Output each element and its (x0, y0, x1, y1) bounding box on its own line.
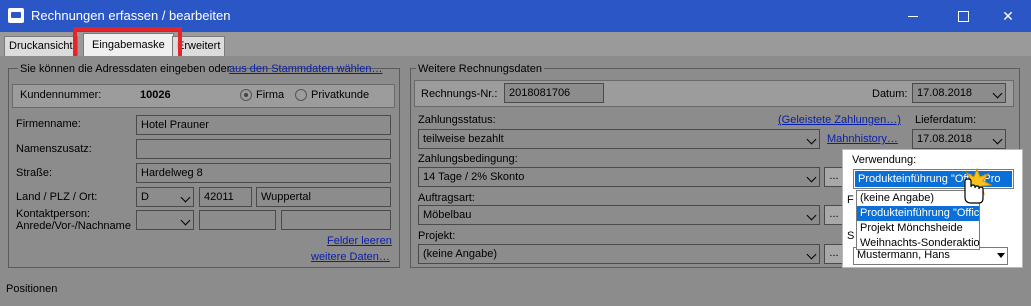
usage-option[interactable]: Produkteinführung "OfficePro (857, 206, 979, 221)
zip-field[interactable]: 42011 (199, 187, 252, 207)
name-suffix-label: Namenszusatz: (16, 143, 92, 155)
dunning-history-link[interactable]: Mahnhistory… (827, 133, 898, 145)
usage-label: Verwendung: (852, 154, 917, 166)
window-titlebar: Rechnungen erfassen / bearbeiten ✕ (0, 0, 1031, 32)
tab-strip: Druckansicht Eingabemaske Erweitert (0, 32, 1031, 57)
more-data-link[interactable]: weitere Daten… (311, 251, 390, 263)
usage-popup: Verwendung: Produkteinführung "OfficePro… (842, 149, 1023, 268)
positions-label: Positionen (6, 283, 58, 295)
chevron-down-icon (180, 215, 191, 226)
chevron-down-icon (180, 192, 191, 203)
clear-fields-link[interactable]: Felder leeren (327, 235, 392, 247)
contact-label-1: Kontaktperson: (16, 208, 90, 220)
company-label: Firmenname: (16, 118, 81, 130)
first-name-field[interactable] (199, 210, 276, 230)
invoice-group-title: Weitere Rechnungsdaten (416, 63, 544, 75)
hidden-label-char-2: S (847, 230, 855, 242)
hidden-label-char-1: F (847, 194, 854, 206)
invoice-number-label: Rechnungs-Nr.: (421, 88, 498, 100)
customer-number-label: Kundennummer: (20, 89, 102, 101)
payment-terms-dropdown[interactable]: 14 Tage / 2% Skonto (418, 167, 820, 187)
payment-terms-more-button[interactable]: ... (824, 167, 844, 187)
master-data-link[interactable]: aus den Stammdaten wählen… (229, 63, 382, 75)
project-more-button[interactable]: ... (824, 244, 844, 264)
chevron-down-icon (806, 249, 817, 260)
invoice-number-field[interactable]: 2018081706 (504, 83, 604, 103)
positions-bar (0, 296, 1031, 306)
chevron-down-icon (992, 88, 1003, 99)
name-suffix-field[interactable] (136, 139, 391, 159)
tab-druckansicht[interactable]: Druckansicht (4, 36, 78, 56)
country-zip-city-label: Land / PLZ / Ort: (16, 191, 98, 203)
hand-cursor-icon (962, 167, 993, 204)
payment-status-label: Zahlungsstatus: (418, 114, 496, 126)
tab-erweitert[interactable]: Erweitert (172, 36, 226, 56)
chevron-down-icon (806, 134, 817, 145)
payment-status-dropdown[interactable]: teilweise bezahlt (418, 129, 820, 149)
company-field[interactable]: Hotel Prauner (136, 115, 391, 135)
contact-label-2: Anrede/Vor-/Nachname (16, 220, 131, 232)
address-intro: Sie können die Adressdaten eingeben oder (18, 63, 233, 75)
street-field[interactable]: Hardelweg 8 (136, 163, 391, 183)
order-type-label: Auftragsart: (418, 192, 475, 204)
city-field[interactable]: Wuppertal (256, 187, 391, 207)
country-dropdown[interactable]: D (136, 187, 194, 207)
tab-eingabemaske[interactable]: Eingabemaske (83, 33, 174, 57)
delivery-date-label: Lieferdatum: (915, 114, 977, 126)
maximize-button[interactable] (940, 4, 986, 28)
order-type-more-button[interactable]: ... (824, 205, 844, 225)
last-name-field[interactable] (281, 210, 391, 230)
caret-down-icon (997, 253, 1005, 258)
chevron-down-icon (806, 172, 817, 183)
close-button[interactable]: ✕ (985, 4, 1031, 28)
paid-amounts-link[interactable]: (Geleistete Zahlungen…) (778, 114, 901, 126)
window-title: Rechnungen erfassen / bearbeiten (31, 8, 231, 23)
project-label: Projekt: (418, 230, 456, 242)
radio-privatkunde-label: Privatkunde (311, 89, 370, 101)
radio-privatkunde[interactable] (295, 89, 307, 101)
order-type-dropdown[interactable]: Möbelbau (418, 205, 820, 225)
street-label: Straße: (16, 167, 53, 179)
date-label: Datum: (872, 88, 908, 100)
minimize-button[interactable] (890, 4, 936, 28)
radio-firma-label: Firma (256, 89, 285, 101)
app-icon (8, 8, 24, 23)
date-picker[interactable]: 17.08.2018 (912, 83, 1006, 103)
usage-option[interactable]: Weihnachts-Sonderaktion (857, 236, 979, 249)
chevron-down-icon (806, 210, 817, 221)
delivery-date-picker[interactable]: 17.08.2018 (912, 129, 1006, 149)
customer-number-value: 10026 (140, 89, 171, 101)
usage-option[interactable]: Projekt Mönchsheide (857, 221, 979, 236)
chevron-down-icon (992, 134, 1003, 145)
project-dropdown[interactable]: (keine Angabe) (418, 244, 820, 264)
radio-firma[interactable] (240, 89, 252, 101)
salutation-dropdown[interactable] (136, 210, 194, 230)
payment-terms-label: Zahlungsbedingung: (418, 153, 518, 165)
